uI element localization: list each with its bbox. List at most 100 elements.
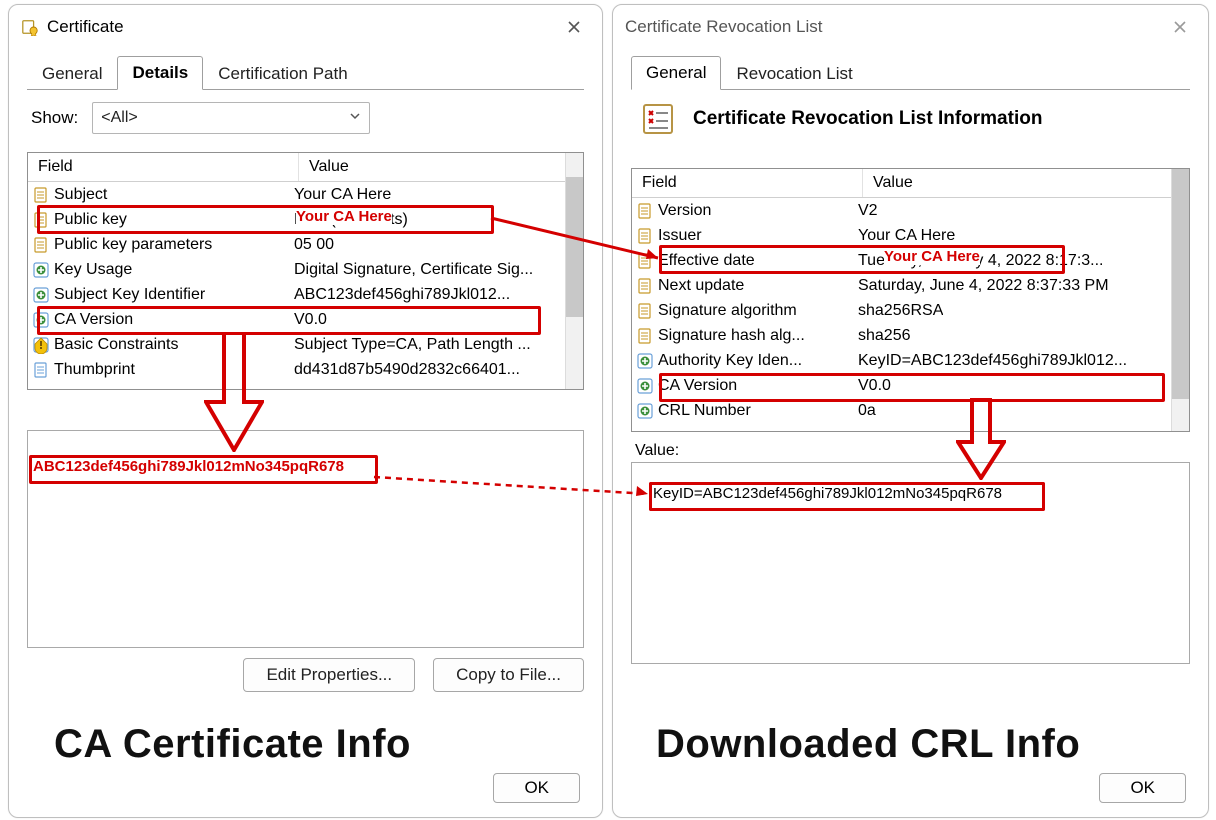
- tab-general-right[interactable]: General: [631, 56, 721, 90]
- row-field: Issuer: [658, 227, 858, 245]
- tab-revlist-right[interactable]: Revocation List: [721, 57, 867, 90]
- row-field: CA Version: [658, 377, 858, 395]
- row-icon: [632, 302, 658, 320]
- close-button-left[interactable]: [556, 13, 592, 41]
- show-label: Show:: [31, 108, 78, 128]
- row-icon: [28, 361, 54, 379]
- row-value: V2: [858, 202, 878, 220]
- row-field: Next update: [658, 277, 858, 295]
- row-icon: [28, 311, 54, 329]
- col-value-right[interactable]: Value: [863, 169, 1189, 197]
- tab-general-left[interactable]: General: [27, 57, 117, 90]
- row-icon: [632, 227, 658, 245]
- certificate-dialog: Certificate General Details Certificatio…: [8, 4, 603, 818]
- row-value: Subject Type=CA, Path Length ...: [294, 336, 531, 354]
- row-icon: [28, 236, 54, 254]
- col-value-left[interactable]: Value: [299, 153, 583, 181]
- row-icon: [28, 186, 54, 204]
- window-title-text-right: Certificate Revocation List: [625, 17, 822, 37]
- row-icon: [28, 261, 54, 279]
- row-field: CA Version: [54, 311, 294, 329]
- list-row[interactable]: Key UsageDigital Signature, Certificate …: [28, 257, 583, 282]
- row-field: Subject: [54, 186, 294, 204]
- list-row[interactable]: CA VersionV0.0: [632, 373, 1189, 398]
- row-value: sha256RSA: [858, 302, 943, 320]
- row-icon: [632, 252, 658, 270]
- window-title-text: Certificate: [47, 17, 124, 37]
- ok-button-left[interactable]: OK: [493, 773, 580, 803]
- detail-value-box-left: ABC123def456ghi789Jkl012mNo345pqR678: [27, 430, 584, 648]
- row-value: dd431d87b5490d2832c66401...: [294, 361, 520, 379]
- row-value: sha256: [858, 327, 911, 345]
- row-value: Digital Signature, Certificate Sig...: [294, 261, 533, 279]
- certificate-icon: [21, 18, 39, 36]
- window-title-left: Certificate: [21, 17, 124, 37]
- tabs-left: General Details Certification Path: [27, 55, 584, 89]
- list-row[interactable]: Next updateSaturday, June 4, 2022 8:37:3…: [632, 273, 1189, 298]
- row-value: V0.0: [294, 311, 327, 329]
- tab-details-left[interactable]: Details: [117, 56, 203, 90]
- scrollbar-left[interactable]: [565, 153, 583, 389]
- row-field: CRL Number: [658, 402, 858, 420]
- list-row[interactable]: SubjectYour CA Here: [28, 182, 583, 207]
- edit-properties-button[interactable]: Edit Properties...: [243, 658, 415, 692]
- row-value: ABC123def456ghi789Jkl012...: [294, 286, 510, 304]
- list-row[interactable]: Thumbprintdd431d87b5490d2832c66401...: [28, 357, 583, 382]
- row-value: V0.0: [858, 377, 891, 395]
- row-field: Effective date: [658, 252, 858, 270]
- caption-right: Downloaded CRL Info: [656, 722, 1080, 767]
- tab-certpath-left[interactable]: Certification Path: [203, 57, 362, 90]
- col-field-right[interactable]: Field: [632, 169, 863, 197]
- list-row[interactable]: Signature algorithmsha256RSA: [632, 298, 1189, 323]
- cert-field-list[interactable]: Field Value SubjectYour CA HerePublic ke…: [27, 152, 584, 390]
- row-field: Key Usage: [54, 261, 294, 279]
- row-value: Your CA Here: [294, 186, 391, 204]
- row-field: Signature algorithm: [658, 302, 858, 320]
- list-row[interactable]: Authority Key Iden...KeyID=ABC123def456g…: [632, 348, 1189, 373]
- list-row[interactable]: VersionV2: [632, 198, 1189, 223]
- titlebar-right: Certificate Revocation List: [613, 5, 1208, 49]
- window-title-right: Certificate Revocation List: [625, 17, 822, 37]
- crl-field-list[interactable]: Field Value VersionV2IssuerYour CA HereE…: [631, 168, 1190, 432]
- list-row[interactable]: Public keyRSA (2048 Bits): [28, 207, 583, 232]
- row-icon: [632, 352, 658, 370]
- row-icon: [28, 211, 54, 229]
- list-row[interactable]: CRL Number0a: [632, 398, 1189, 423]
- list-row[interactable]: Subject Key IdentifierABC123def456ghi789…: [28, 282, 583, 307]
- row-icon: [632, 377, 658, 395]
- chevron-down-icon: [349, 109, 361, 127]
- row-field: Public key: [54, 211, 294, 229]
- show-combo-value: <All>: [101, 109, 137, 127]
- row-icon: [28, 286, 54, 304]
- row-value: Your CA Here: [858, 227, 955, 245]
- ok-button-right[interactable]: OK: [1099, 773, 1186, 803]
- list-row[interactable]: Signature hash alg...sha256: [632, 323, 1189, 348]
- scrollbar-right[interactable]: [1171, 169, 1189, 431]
- close-button-right[interactable]: [1162, 13, 1198, 41]
- row-value: 0a: [858, 402, 876, 420]
- col-field-left[interactable]: Field: [28, 153, 299, 181]
- row-field: Signature hash alg...: [658, 327, 858, 345]
- list-row[interactable]: Public key parameters05 00: [28, 232, 583, 257]
- list-row[interactable]: Basic ConstraintsSubject Type=CA, Path L…: [28, 332, 583, 357]
- row-icon: [632, 202, 658, 220]
- show-combo[interactable]: <All>: [92, 102, 370, 134]
- list-row[interactable]: Effective dateTuesday, January 4, 2022 8…: [632, 248, 1189, 273]
- list-row[interactable]: IssuerYour CA Here: [632, 223, 1189, 248]
- row-field: Subject Key Identifier: [54, 286, 294, 304]
- titlebar-left: Certificate: [9, 5, 602, 49]
- row-icon: [632, 327, 658, 345]
- copy-to-file-button[interactable]: Copy to File...: [433, 658, 584, 692]
- row-icon: [28, 336, 54, 354]
- row-icon: [632, 277, 658, 295]
- row-value: RSA (2048 Bits): [294, 211, 408, 229]
- row-value: KeyID=ABC123def456ghi789Jkl012...: [858, 352, 1127, 370]
- row-field: Version: [658, 202, 858, 220]
- row-value: Saturday, June 4, 2022 8:37:33 PM: [858, 277, 1109, 295]
- list-row[interactable]: CA VersionV0.0: [28, 307, 583, 332]
- crl-heading: Certificate Revocation List Information: [693, 108, 1042, 130]
- tabs-right: General Revocation List: [631, 55, 1190, 89]
- row-value: 05 00: [294, 236, 334, 254]
- row-icon: [632, 402, 658, 420]
- detail-value-box-right: KeyID=ABC123def456ghi789Jkl012mNo345pqR6…: [631, 462, 1190, 664]
